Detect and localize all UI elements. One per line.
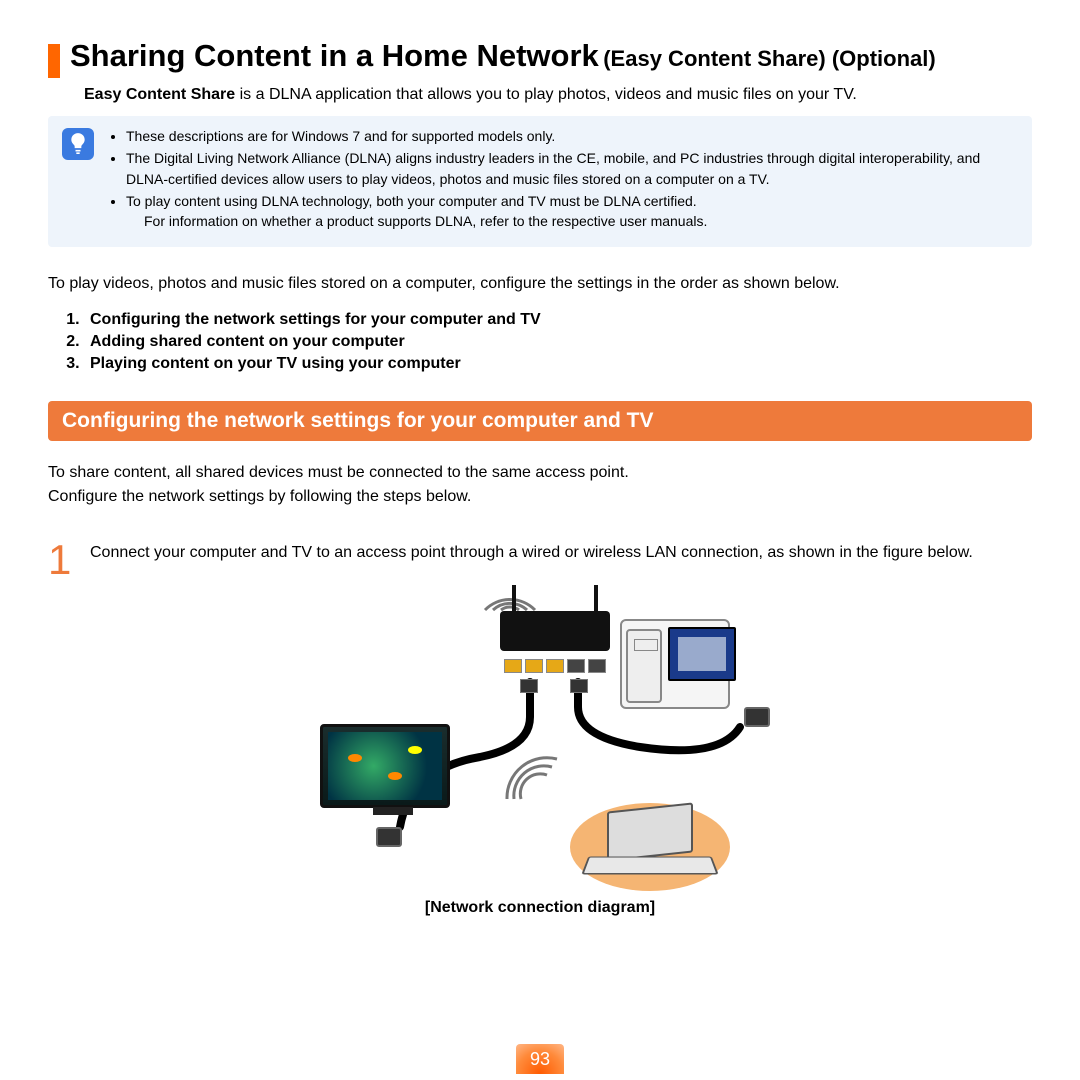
network-connection-diagram	[290, 589, 790, 889]
monitor-screen-icon	[668, 627, 736, 681]
section-intro: To share content, all shared devices mus…	[48, 461, 1032, 509]
router-icon	[500, 611, 610, 651]
body-intro: To play videos, photos and music files s…	[48, 275, 1032, 293]
title-subtitle: (Easy Content Share) (Optional)	[603, 46, 935, 71]
laptop-icon	[585, 807, 715, 883]
intro-rest: is a DLNA application that allows you to…	[235, 86, 857, 103]
tip-list: These descriptions are for Windows 7 and…	[108, 126, 1018, 233]
page-title-row: Sharing Content in a Home Network (Easy …	[48, 38, 1032, 78]
ethernet-plug-icon	[520, 679, 538, 693]
overview-step-3: Playing content on your TV using your co…	[84, 355, 1032, 373]
tip-callout: These descriptions are for Windows 7 and…	[48, 116, 1032, 247]
section-header: Configuring the network settings for you…	[48, 401, 1032, 441]
title-main: Sharing Content in a Home Network	[70, 38, 599, 73]
step-1-row: 1 Connect your computer and TV to an acc…	[48, 539, 1032, 581]
desktop-computer-icon	[620, 619, 730, 709]
ethernet-jack-icon	[376, 827, 402, 847]
pc-tower-icon	[626, 629, 662, 703]
tip-item-2: The Digital Living Network Alliance (DLN…	[126, 148, 1018, 189]
wifi-signal-icon	[480, 575, 540, 615]
tip-item-3-sub: For information on whether a product sup…	[144, 211, 1018, 231]
intro-paragraph: Easy Content Share is a DLNA application…	[84, 86, 1032, 104]
section-line-2: Configure the network settings by follow…	[48, 485, 1032, 509]
overview-step-2: Adding shared content on your computer	[84, 333, 1032, 351]
router-ports-icon	[495, 659, 615, 679]
diagram-caption: [Network connection diagram]	[48, 899, 1032, 917]
laptop-wifi-icon	[502, 749, 562, 805]
diagram-container: [Network connection diagram]	[48, 589, 1032, 917]
tv-icon	[320, 724, 450, 808]
lightbulb-icon	[62, 128, 94, 160]
page-number: 93	[516, 1044, 564, 1074]
overview-step-1: Configuring the network settings for you…	[84, 311, 1032, 329]
tip-item-3: To play content using DLNA technology, b…	[126, 191, 1018, 232]
ethernet-jack-icon	[744, 707, 770, 727]
page-title: Sharing Content in a Home Network (Easy …	[70, 38, 1032, 74]
step-number-1: 1	[48, 539, 78, 581]
tip-item-1: These descriptions are for Windows 7 and…	[126, 126, 1018, 146]
intro-bold: Easy Content Share	[84, 86, 235, 103]
section-line-1: To share content, all shared devices mus…	[48, 461, 1032, 485]
ethernet-plug-icon	[570, 679, 588, 693]
overview-steps: Configuring the network settings for you…	[84, 311, 1032, 373]
title-accent-bar	[48, 44, 60, 78]
